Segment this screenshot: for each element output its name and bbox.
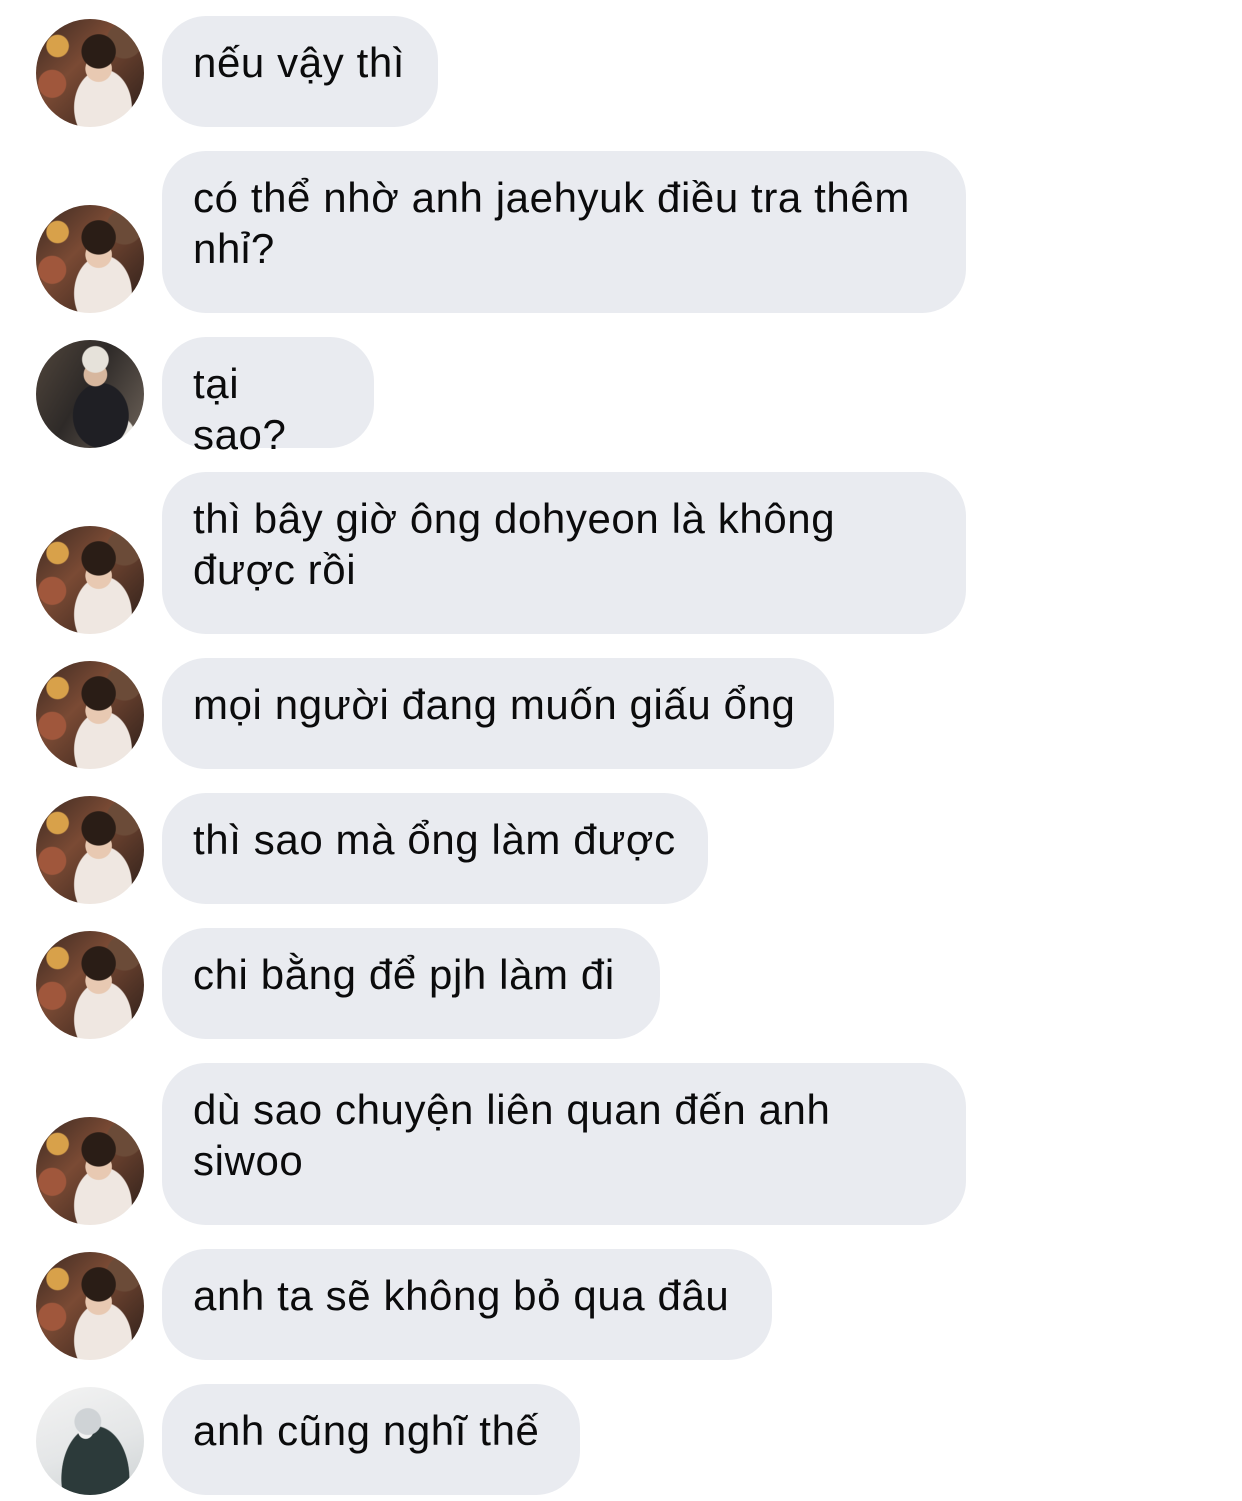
avatar[interactable] — [36, 796, 144, 904]
message-bubble[interactable]: tại sao? — [162, 337, 374, 458]
message-bubble[interactable]: có thể nhờ anh jaehyuk điều tra thêm nhỉ… — [162, 151, 966, 313]
avatar[interactable] — [36, 340, 144, 448]
message-bubble[interactable]: thì bây giờ ông dohyeon là không được rồ… — [162, 472, 966, 634]
message-bubble[interactable]: chi bằng để pjh làm đi — [162, 928, 660, 1039]
message-bubble[interactable]: anh cũng nghĩ thế — [162, 1384, 580, 1495]
message-bubble[interactable]: dù sao chuyện liên quan đến anh siwoo — [162, 1063, 966, 1225]
avatar[interactable] — [36, 526, 144, 634]
avatar[interactable] — [36, 661, 144, 769]
avatar[interactable] — [36, 1387, 144, 1495]
message-thread: nếu vậy thì có thể nhờ anh jaehyuk điều … — [0, 0, 1242, 1501]
avatar[interactable] — [36, 931, 144, 1039]
message-bubble[interactable]: thì sao mà ổng làm được — [162, 793, 708, 904]
avatar[interactable] — [36, 205, 144, 313]
avatar[interactable] — [36, 1252, 144, 1360]
avatar[interactable] — [36, 19, 144, 127]
message-bubble[interactable]: mọi người đang muốn giấu ổng — [162, 658, 834, 769]
avatar[interactable] — [36, 1117, 144, 1225]
message-bubble[interactable]: nếu vậy thì — [162, 16, 438, 127]
message-bubble[interactable]: anh ta sẽ không bỏ qua đâu — [162, 1249, 772, 1360]
